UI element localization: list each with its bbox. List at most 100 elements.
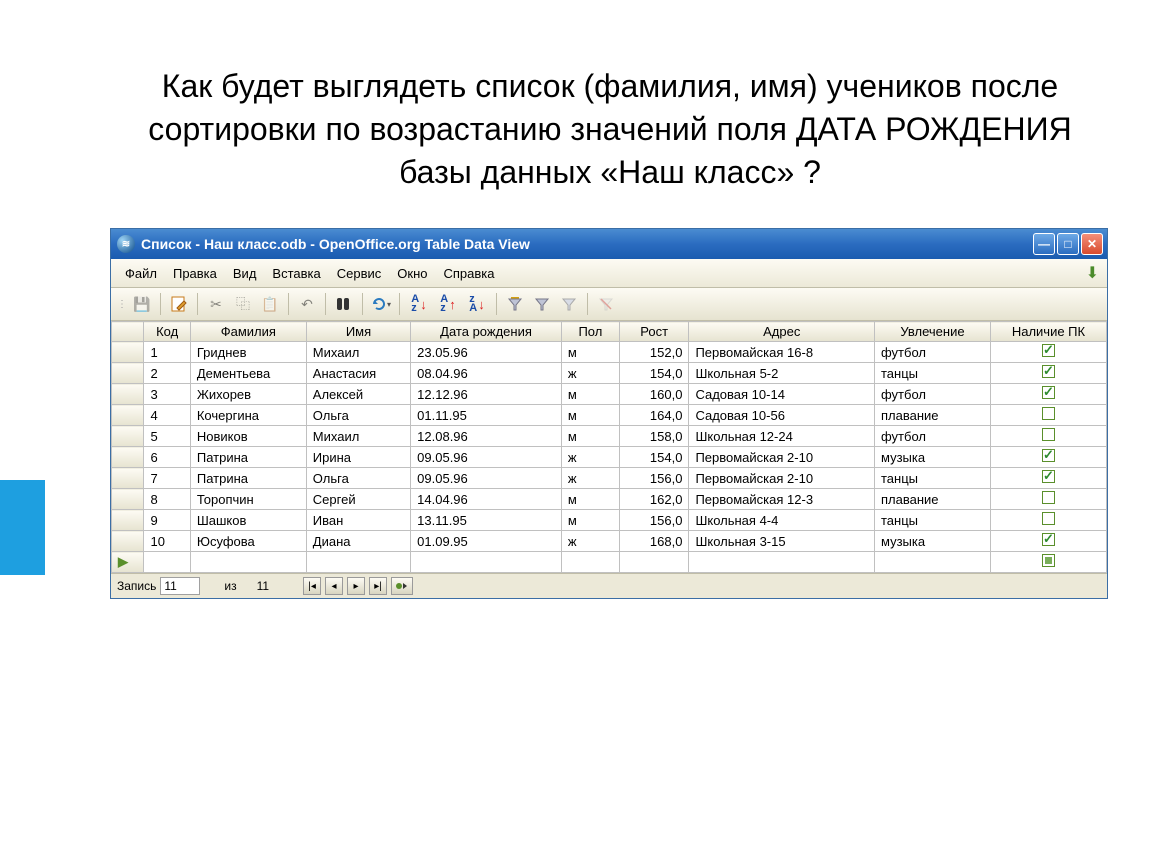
table-row[interactable]: 3ЖихоревАлексей12.12.96м160,0Садовая 10-… bbox=[112, 384, 1107, 405]
cell-hobby[interactable]: танцы bbox=[875, 468, 991, 489]
cell-dob[interactable]: 01.11.95 bbox=[411, 405, 562, 426]
cell-code[interactable]: 8 bbox=[144, 489, 190, 510]
cell-address[interactable]: Первомайская 2-10 bbox=[689, 447, 875, 468]
maximize-button[interactable]: □ bbox=[1057, 233, 1079, 255]
cell-firstname[interactable]: Михаил bbox=[306, 342, 410, 363]
cell-address[interactable]: Первомайская 2-10 bbox=[689, 468, 875, 489]
menu-tools[interactable]: Сервис bbox=[331, 264, 388, 283]
menu-insert[interactable]: Вставка bbox=[266, 264, 326, 283]
col-pc[interactable]: Наличие ПК bbox=[990, 322, 1106, 342]
cell-pc[interactable] bbox=[990, 405, 1106, 426]
cell-firstname[interactable]: Диана bbox=[306, 531, 410, 552]
cell-sex[interactable]: м bbox=[561, 510, 619, 531]
cell-hobby[interactable]: танцы bbox=[875, 363, 991, 384]
cell-sex[interactable]: м bbox=[561, 426, 619, 447]
nav-new-button[interactable] bbox=[391, 577, 413, 595]
cell-pc[interactable] bbox=[990, 531, 1106, 552]
col-hobby[interactable]: Увлечение bbox=[875, 322, 991, 342]
cell-height[interactable]: 158,0 bbox=[619, 426, 689, 447]
cell-dob[interactable]: 09.05.96 bbox=[411, 468, 562, 489]
close-button[interactable]: ✕ bbox=[1081, 233, 1103, 255]
filter-icon[interactable] bbox=[530, 292, 554, 316]
cell-pc[interactable] bbox=[990, 384, 1106, 405]
cell-lastname[interactable]: Патрина bbox=[190, 447, 306, 468]
cell-pc[interactable] bbox=[990, 468, 1106, 489]
cell-hobby[interactable]: футбол bbox=[875, 426, 991, 447]
cell-firstname[interactable]: Анастасия bbox=[306, 363, 410, 384]
row-selector[interactable]: ▶ bbox=[112, 552, 144, 573]
cell-sex[interactable]: м bbox=[561, 489, 619, 510]
cell-sex[interactable]: м bbox=[561, 405, 619, 426]
cell-dob[interactable]: 12.12.96 bbox=[411, 384, 562, 405]
filter-off-icon[interactable] bbox=[557, 292, 581, 316]
cell-sex[interactable]: ж bbox=[561, 447, 619, 468]
cell-height[interactable]: 162,0 bbox=[619, 489, 689, 510]
cell-address[interactable]: Садовая 10-56 bbox=[689, 405, 875, 426]
checkbox-icon[interactable] bbox=[1042, 512, 1055, 525]
cell-dob[interactable]: 13.11.95 bbox=[411, 510, 562, 531]
autofilter-icon[interactable] bbox=[503, 292, 527, 316]
sort-asc-icon[interactable]: Az↓ bbox=[406, 292, 432, 316]
sort-desc-icon[interactable]: Az↑ bbox=[435, 292, 461, 316]
cell-firstname[interactable]: Ольга bbox=[306, 405, 410, 426]
cell-firstname[interactable]: Иван bbox=[306, 510, 410, 531]
minimize-button[interactable]: — bbox=[1033, 233, 1055, 255]
row-selector[interactable] bbox=[112, 468, 144, 489]
cell-height[interactable]: 156,0 bbox=[619, 468, 689, 489]
col-height[interactable]: Рост bbox=[619, 322, 689, 342]
cell-pc[interactable] bbox=[990, 342, 1106, 363]
cell-firstname[interactable]: Ирина bbox=[306, 447, 410, 468]
cell-height[interactable]: 154,0 bbox=[619, 447, 689, 468]
col-code[interactable]: Код bbox=[144, 322, 190, 342]
cell-hobby[interactable]: футбол bbox=[875, 342, 991, 363]
cell-code[interactable]: 5 bbox=[144, 426, 190, 447]
cell-address[interactable]: Школьная 12-24 bbox=[689, 426, 875, 447]
cell-dob[interactable]: 12.08.96 bbox=[411, 426, 562, 447]
cell-dob[interactable]: 08.04.96 bbox=[411, 363, 562, 384]
checkbox-icon[interactable] bbox=[1042, 449, 1055, 462]
cell-hobby[interactable]: танцы bbox=[875, 510, 991, 531]
table-row[interactable]: 5НовиковМихаил12.08.96м158,0Школьная 12-… bbox=[112, 426, 1107, 447]
row-selector[interactable] bbox=[112, 363, 144, 384]
cell-address[interactable]: Школьная 5-2 bbox=[689, 363, 875, 384]
cell-code[interactable]: 2 bbox=[144, 363, 190, 384]
cell-height[interactable]: 164,0 bbox=[619, 405, 689, 426]
cell-firstname[interactable]: Ольга bbox=[306, 468, 410, 489]
nav-first-button[interactable]: |◂ bbox=[303, 577, 321, 595]
cell-firstname[interactable]: Сергей bbox=[306, 489, 410, 510]
cell-address[interactable]: Первомайская 16-8 bbox=[689, 342, 875, 363]
checkbox-icon[interactable] bbox=[1042, 491, 1055, 504]
row-selector[interactable] bbox=[112, 447, 144, 468]
row-selector[interactable] bbox=[112, 384, 144, 405]
row-selector[interactable] bbox=[112, 405, 144, 426]
checkbox-icon[interactable] bbox=[1042, 407, 1055, 420]
table-row[interactable]: 6ПатринаИрина09.05.96ж154,0Первомайская … bbox=[112, 447, 1107, 468]
table-row[interactable]: 8ТоропчинСергей14.04.96м162,0Первомайска… bbox=[112, 489, 1107, 510]
cell-height[interactable]: 160,0 bbox=[619, 384, 689, 405]
cell-lastname[interactable]: Патрина bbox=[190, 468, 306, 489]
cell-lastname[interactable]: Юсуфова bbox=[190, 531, 306, 552]
checkbox-icon[interactable] bbox=[1042, 533, 1055, 546]
cell-lastname[interactable]: Новиков bbox=[190, 426, 306, 447]
edit-icon[interactable] bbox=[167, 292, 191, 316]
cell-height[interactable]: 168,0 bbox=[619, 531, 689, 552]
cell-sex[interactable]: м bbox=[561, 342, 619, 363]
table-row[interactable]: 2ДементьеваАнастасия08.04.96ж154,0Школьн… bbox=[112, 363, 1107, 384]
cell-sex[interactable]: ж bbox=[561, 363, 619, 384]
cell-sex[interactable]: ж bbox=[561, 468, 619, 489]
table-row[interactable]: 9ШашковИван13.11.95м156,0Школьная 4-4тан… bbox=[112, 510, 1107, 531]
cell-code[interactable]: 9 bbox=[144, 510, 190, 531]
cell-address[interactable]: Школьная 3-15 bbox=[689, 531, 875, 552]
row-selector[interactable] bbox=[112, 510, 144, 531]
checkbox-icon[interactable] bbox=[1042, 344, 1055, 357]
cell-hobby[interactable]: музыка bbox=[875, 531, 991, 552]
cell-height[interactable]: 152,0 bbox=[619, 342, 689, 363]
cell-code[interactable]: 4 bbox=[144, 405, 190, 426]
cell-lastname[interactable]: Шашков bbox=[190, 510, 306, 531]
menu-window[interactable]: Окно bbox=[391, 264, 433, 283]
cell-pc[interactable] bbox=[990, 510, 1106, 531]
new-row[interactable]: ▶ bbox=[112, 552, 1107, 573]
cell-address[interactable]: Школьная 4-4 bbox=[689, 510, 875, 531]
cell-lastname[interactable]: Торопчин bbox=[190, 489, 306, 510]
row-selector[interactable] bbox=[112, 342, 144, 363]
